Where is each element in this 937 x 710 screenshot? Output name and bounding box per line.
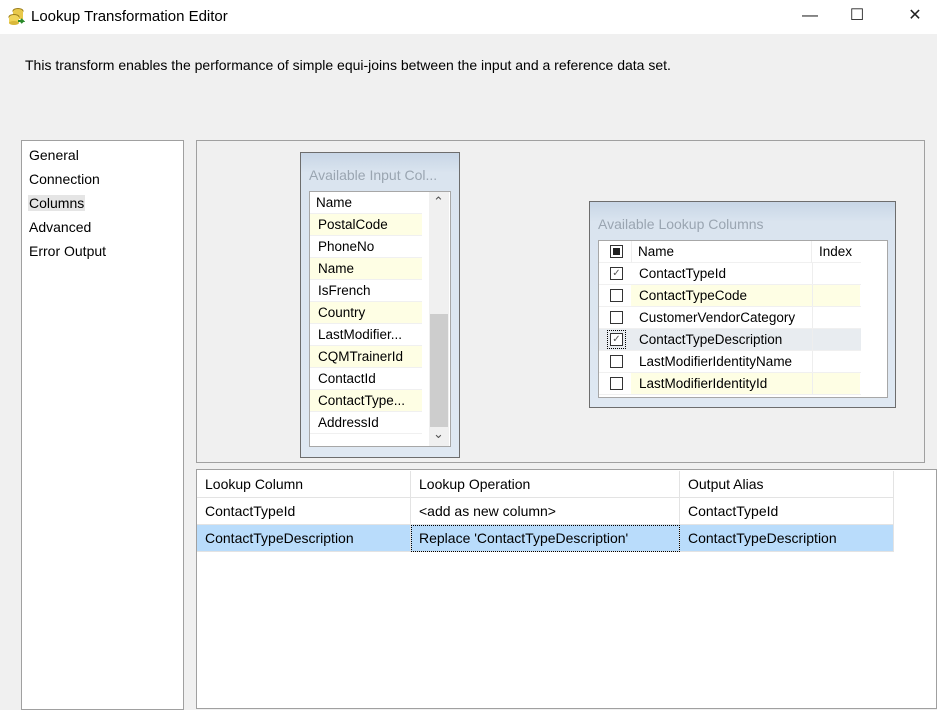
nav-item-error-output[interactable]: Error Output — [28, 243, 107, 259]
grid-header-output-alias[interactable]: Output Alias — [680, 471, 894, 498]
lookup-column-name: ContactTypeCode — [631, 285, 812, 306]
lookup-column-row[interactable]: LastModifierIdentityName — [599, 351, 861, 373]
lookup-columns-title: Available Lookup Columns — [598, 216, 764, 232]
lookup-column-index[interactable] — [812, 263, 860, 284]
lookup-column-row[interactable]: ✓ ContactTypeId — [599, 263, 861, 285]
lookup-column-row[interactable]: CustomerVendorCategory — [599, 307, 861, 329]
lookup-column-index[interactable] — [812, 285, 860, 306]
page-nav: General Connection Columns Advanced Erro… — [21, 140, 184, 710]
lookup-column-row[interactable]: LastModifierIdentityId — [599, 373, 861, 395]
input-column-item[interactable]: LastModifier... — [310, 324, 422, 346]
lookup-column-name: LastModifierIdentityName — [639, 354, 793, 369]
lookup-column-name: CustomerVendorCategory — [639, 310, 796, 325]
grid-lookup-column-cell[interactable]: ContactTypeId — [197, 498, 411, 525]
title-bar: Lookup Transformation Editor — ☐ ✕ — [0, 0, 937, 34]
lookup-column-index[interactable] — [812, 351, 860, 372]
input-column-item[interactable]: ContactType... — [310, 390, 422, 412]
grid-header-lookup-column[interactable]: Lookup Column — [197, 471, 411, 498]
available-input-columns-box[interactable]: Available Input Col... Name PostalCode Ph… — [300, 152, 460, 458]
column-mapping-design-area: Available Input Col... Name PostalCode Ph… — [196, 140, 925, 463]
scroll-up-icon[interactable]: ⌃ — [433, 194, 444, 210]
nav-item-columns[interactable]: Columns — [28, 195, 86, 211]
input-column-item[interactable]: AddressId — [310, 412, 422, 434]
input-columns-header: Name — [310, 192, 422, 214]
input-column-item[interactable]: PostalCode — [310, 214, 422, 236]
close-button[interactable]: ✕ — [892, 0, 937, 34]
index-column-header: Index — [819, 244, 853, 259]
scrollbar-thumb[interactable] — [430, 314, 448, 427]
available-lookup-columns-box[interactable]: Available Lookup Columns Name Index ✓ Con… — [589, 201, 896, 408]
input-column-item[interactable]: IsFrench — [310, 280, 422, 302]
input-column-item[interactable]: Name — [310, 258, 422, 280]
name-column-header: Name — [631, 241, 812, 263]
input-column-item[interactable]: Country — [310, 302, 422, 324]
lookup-column-index[interactable] — [812, 307, 860, 328]
description-text: This transform enables the performance o… — [25, 57, 671, 73]
grid-lookup-operation-cell[interactable]: Replace 'ContactTypeDescription' — [411, 525, 680, 552]
input-column-item[interactable]: CQMTrainerId — [310, 346, 422, 368]
lookup-column-name: ContactTypeDescription — [639, 332, 783, 347]
nav-item-advanced[interactable]: Advanced — [28, 219, 92, 235]
lookup-column-name: LastModifierIdentityId — [631, 373, 812, 394]
minimize-button[interactable]: — — [787, 0, 833, 34]
grid-lookup-column-cell[interactable]: ContactTypeDescription — [197, 525, 411, 552]
lookup-column-row[interactable]: ✓ ContactTypeDescription — [599, 329, 861, 351]
lookup-columns-header: Name Index — [599, 241, 861, 263]
lookup-column-name: ContactTypeId — [639, 266, 727, 281]
grid-lookup-operation-cell[interactable]: <add as new column> — [411, 498, 680, 525]
scroll-down-icon[interactable]: ⌄ — [433, 426, 444, 442]
include-checkbox[interactable] — [610, 311, 623, 324]
input-column-item[interactable]: PhoneNo — [310, 236, 422, 258]
input-column-item[interactable]: ContactId — [310, 368, 422, 390]
include-checkbox[interactable]: ✓ — [607, 330, 626, 349]
input-columns-title: Available Input Col... — [309, 167, 438, 183]
grid-output-alias-cell[interactable]: ContactTypeId — [680, 498, 894, 525]
database-lookup-icon — [8, 8, 25, 25]
lookup-column-index[interactable] — [812, 329, 860, 350]
include-checkbox[interactable] — [610, 289, 623, 302]
lookup-column-row[interactable]: ContactTypeCode — [599, 285, 861, 307]
nav-item-connection[interactable]: Connection — [28, 171, 101, 187]
include-checkbox[interactable]: ✓ — [610, 267, 623, 280]
grid-output-alias-cell[interactable]: ContactTypeDescription — [680, 525, 894, 552]
input-columns-list: Name PostalCode PhoneNo Name IsFrench Countr… — [309, 191, 451, 447]
lookup-columns-list: Name Index ✓ ContactTypeId ContactTypeCode… — [598, 240, 888, 398]
include-checkbox[interactable] — [610, 355, 623, 368]
window-title: Lookup Transformation Editor — [31, 8, 228, 25]
maximize-button[interactable]: ☐ — [834, 0, 880, 34]
grid-header-lookup-operation[interactable]: Lookup Operation — [411, 471, 680, 498]
nav-item-general[interactable]: General — [28, 147, 80, 163]
scrollbar[interactable]: ⌃ ⌄ — [429, 192, 449, 446]
lookup-mapping-grid: Lookup Column Lookup Operation Output Al… — [196, 469, 937, 709]
select-all-checkbox[interactable] — [610, 245, 623, 258]
include-checkbox[interactable] — [610, 377, 623, 390]
lookup-column-index[interactable] — [812, 373, 860, 394]
